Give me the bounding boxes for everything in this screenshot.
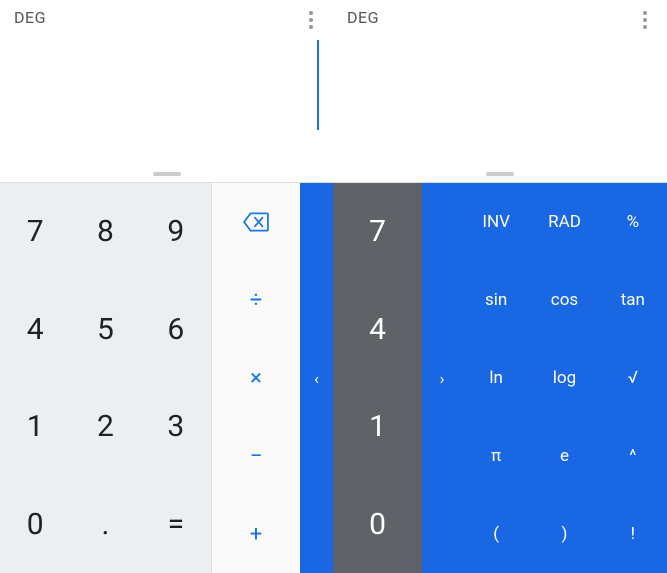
calculator-right: DEG 7 4 1 0 › INV RAD % sin cos tan bbox=[333, 0, 667, 573]
backspace-icon bbox=[243, 212, 269, 232]
pi-button[interactable]: π bbox=[462, 417, 530, 495]
digit-5-button[interactable]: 5 bbox=[70, 281, 140, 379]
log-button[interactable]: log bbox=[530, 339, 598, 417]
sqrt-button[interactable]: √ bbox=[599, 339, 667, 417]
digit-0-button[interactable]: 0 bbox=[0, 476, 70, 573]
display-left: DEG bbox=[0, 0, 333, 182]
digit-4-button[interactable]: 4 bbox=[333, 281, 422, 379]
angle-mode-label[interactable]: DEG bbox=[347, 8, 653, 27]
digit-8-button[interactable]: 8 bbox=[70, 183, 140, 281]
digit-6-button[interactable]: 6 bbox=[141, 281, 211, 379]
paren-open-button[interactable]: ( bbox=[462, 495, 530, 573]
advanced-drawer-handle[interactable]: ‹ bbox=[300, 183, 333, 573]
radians-button[interactable]: RAD bbox=[530, 183, 598, 261]
tan-button[interactable]: tan bbox=[599, 261, 667, 339]
operator-pad: ÷ × − + bbox=[211, 183, 300, 573]
cos-button[interactable]: cos bbox=[530, 261, 598, 339]
digit-2-button[interactable]: 2 bbox=[70, 378, 140, 476]
divide-button[interactable]: ÷ bbox=[212, 261, 300, 339]
equals-button[interactable]: = bbox=[141, 476, 211, 573]
drag-handle-icon[interactable] bbox=[153, 172, 181, 176]
calculator-left: DEG 7 8 9 4 5 6 1 2 3 0 . = bbox=[0, 0, 333, 573]
keypad-right: 7 4 1 0 › INV RAD % sin cos tan ln log √… bbox=[333, 183, 667, 573]
more-icon[interactable] bbox=[633, 8, 657, 32]
digit-3-button[interactable]: 3 bbox=[141, 378, 211, 476]
ln-button[interactable]: ln bbox=[462, 339, 530, 417]
digit-4-button[interactable]: 4 bbox=[0, 281, 70, 379]
advanced-drawer-handle[interactable]: › bbox=[422, 183, 462, 573]
multiply-button[interactable]: × bbox=[212, 339, 300, 417]
paren-close-button[interactable]: ) bbox=[530, 495, 598, 573]
decimal-button[interactable]: . bbox=[70, 476, 140, 573]
percent-button[interactable]: % bbox=[599, 183, 667, 261]
digit-7-button[interactable]: 7 bbox=[0, 183, 70, 281]
numpad-column: 7 4 1 0 bbox=[333, 183, 422, 573]
input-cursor bbox=[317, 40, 319, 130]
e-button[interactable]: e bbox=[530, 417, 598, 495]
angle-mode-label[interactable]: DEG bbox=[14, 8, 319, 27]
subtract-button[interactable]: − bbox=[212, 417, 300, 495]
more-icon[interactable] bbox=[299, 8, 323, 32]
factorial-button[interactable]: ! bbox=[599, 495, 667, 573]
drag-handle-icon[interactable] bbox=[486, 172, 514, 176]
chevron-right-icon: › bbox=[440, 369, 445, 388]
display-right: DEG bbox=[333, 0, 667, 182]
backspace-button[interactable] bbox=[212, 183, 300, 261]
numpad: 7 8 9 4 5 6 1 2 3 0 . = bbox=[0, 183, 211, 573]
digit-9-button[interactable]: 9 bbox=[141, 183, 211, 281]
inverse-button[interactable]: INV bbox=[462, 183, 530, 261]
digit-1-button[interactable]: 1 bbox=[333, 378, 422, 476]
calculator-app: DEG 7 8 9 4 5 6 1 2 3 0 . = bbox=[0, 0, 667, 573]
chevron-left-icon: ‹ bbox=[314, 369, 319, 388]
digit-7-button[interactable]: 7 bbox=[333, 183, 422, 281]
digit-1-button[interactable]: 1 bbox=[0, 378, 70, 476]
digit-0-button[interactable]: 0 bbox=[333, 476, 422, 573]
power-button[interactable]: ^ bbox=[599, 417, 667, 495]
add-button[interactable]: + bbox=[212, 495, 300, 573]
sin-button[interactable]: sin bbox=[462, 261, 530, 339]
scientific-pad: › INV RAD % sin cos tan ln log √ π e ^ (… bbox=[422, 183, 667, 573]
keypad-left: 7 8 9 4 5 6 1 2 3 0 . = bbox=[0, 183, 333, 573]
